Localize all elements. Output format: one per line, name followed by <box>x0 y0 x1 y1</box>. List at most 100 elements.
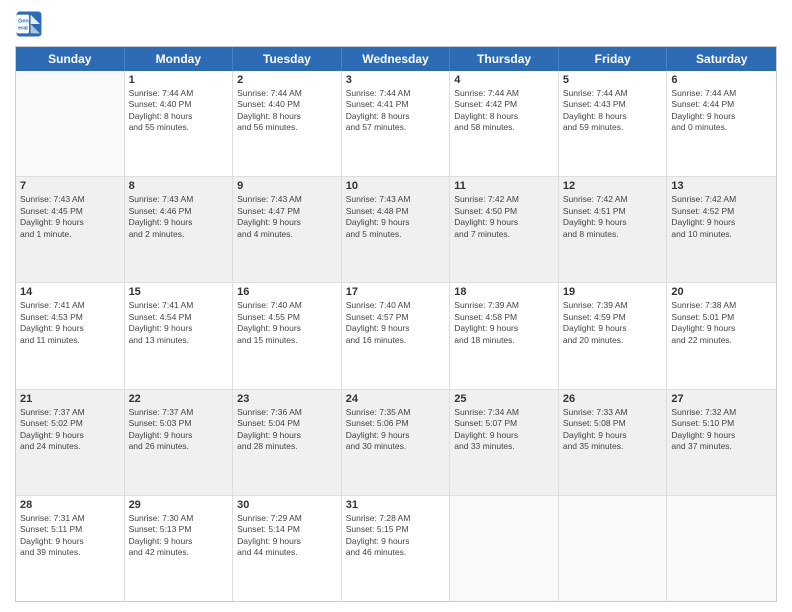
cell-line: Sunset: 4:42 PM <box>454 99 554 110</box>
cell-line: and 58 minutes. <box>454 122 554 133</box>
cell-line: Daylight: 8 hours <box>346 111 446 122</box>
cell-line: and 44 minutes. <box>237 547 337 558</box>
cell-line: and 35 minutes. <box>563 441 663 452</box>
header-day-thursday: Thursday <box>450 47 559 71</box>
cell-line: Sunrise: 7:44 AM <box>346 88 446 99</box>
cell-line: Daylight: 9 hours <box>454 430 554 441</box>
cell-line: Sunset: 5:10 PM <box>671 418 772 429</box>
cell-line: Daylight: 9 hours <box>346 323 446 334</box>
header-day-saturday: Saturday <box>667 47 776 71</box>
cal-cell-9: 9Sunrise: 7:43 AMSunset: 4:47 PMDaylight… <box>233 177 342 282</box>
week-row-1: 7 Sunrise: 7:43 AM Sunset: 4:45 PM Daylight… <box>16 177 776 283</box>
cell-line: Sunrise: 7:44 AM <box>671 88 772 99</box>
cell-line: Sunrise: 7:30 AM <box>129 513 229 524</box>
cell-line: and 1 minute. <box>20 229 120 240</box>
logo: Gen eral <box>15 10 47 38</box>
cell-line: Daylight: 9 hours <box>671 111 772 122</box>
cal-cell-empty-0 <box>16 71 125 176</box>
cell-line: and 56 minutes. <box>237 122 337 133</box>
day-number: 4 <box>454 74 554 86</box>
cal-cell-2: 2Sunrise: 7:44 AMSunset: 4:40 PMDaylight… <box>233 71 342 176</box>
cell-line: and 42 minutes. <box>129 547 229 558</box>
cell-line: and 24 minutes. <box>20 441 120 452</box>
cell-line: and 26 minutes. <box>129 441 229 452</box>
day-number: 25 <box>454 393 554 405</box>
day-number: 28 <box>20 499 120 511</box>
day-number: 11 <box>454 180 554 192</box>
cal-cell-18: 18Sunrise: 7:39 AMSunset: 4:58 PMDayligh… <box>450 283 559 388</box>
cell-line: Daylight: 9 hours <box>563 430 663 441</box>
cell-line: and 59 minutes. <box>563 122 663 133</box>
cal-cell-8: 8Sunrise: 7:43 AMSunset: 4:46 PMDaylight… <box>125 177 234 282</box>
cell-line: Daylight: 9 hours <box>563 323 663 334</box>
cal-cell-16: 16Sunrise: 7:40 AMSunset: 4:55 PMDayligh… <box>233 283 342 388</box>
cal-cell-22: 22Sunrise: 7:37 AMSunset: 5:03 PMDayligh… <box>125 390 234 495</box>
day-number: 7 <box>20 180 120 192</box>
cell-line: Daylight: 9 hours <box>129 217 229 228</box>
cell-line: Sunset: 5:02 PM <box>20 418 120 429</box>
cell-line: Sunrise: 7:44 AM <box>129 88 229 99</box>
cell-line: Sunset: 4:47 PM <box>237 206 337 217</box>
cell-line: Daylight: 9 hours <box>346 536 446 547</box>
cell-line: and 4 minutes. <box>237 229 337 240</box>
day-number: 16 <box>237 286 337 298</box>
cell-line: Sunrise: 7:32 AM <box>671 407 772 418</box>
cell-line: and 13 minutes. <box>129 335 229 346</box>
cell-line: Sunset: 4:45 PM <box>20 206 120 217</box>
cell-line: Sunrise: 7:44 AM <box>563 88 663 99</box>
cell-line: Sunrise: 7:29 AM <box>237 513 337 524</box>
cell-line: and 15 minutes. <box>237 335 337 346</box>
cell-line: Sunset: 5:15 PM <box>346 524 446 535</box>
cell-line: Sunrise: 7:33 AM <box>563 407 663 418</box>
cell-line: and 39 minutes. <box>20 547 120 558</box>
cal-cell-6: 6Sunrise: 7:44 AMSunset: 4:44 PMDaylight… <box>667 71 776 176</box>
day-number: 3 <box>346 74 446 86</box>
week-row-0: 1Sunrise: 7:44 AMSunset: 4:40 PMDaylight… <box>16 71 776 177</box>
cell-line: Daylight: 9 hours <box>671 323 772 334</box>
cell-line: Sunset: 4:53 PM <box>20 312 120 323</box>
cell-line: Sunrise: 7:42 AM <box>454 194 554 205</box>
cell-line: Sunset: 4:52 PM <box>671 206 772 217</box>
day-number: 15 <box>129 286 229 298</box>
cell-line: Daylight: 8 hours <box>237 111 337 122</box>
cal-cell-21: 21Sunrise: 7:37 AMSunset: 5:02 PMDayligh… <box>16 390 125 495</box>
cell-line: Sunrise: 7:35 AM <box>346 407 446 418</box>
cell-line: Sunrise: 7:37 AM <box>20 407 120 418</box>
cal-cell-10: 10Sunrise: 7:43 AMSunset: 4:48 PMDayligh… <box>342 177 451 282</box>
cell-line: Daylight: 9 hours <box>237 323 337 334</box>
cal-cell-4: 4Sunrise: 7:44 AMSunset: 4:42 PMDaylight… <box>450 71 559 176</box>
cell-line: and 55 minutes. <box>129 122 229 133</box>
day-number: 10 <box>346 180 446 192</box>
cell-line: Sunset: 4:50 PM <box>454 206 554 217</box>
cell-line: Sunrise: 7:28 AM <box>346 513 446 524</box>
cal-cell-12: 12Sunrise: 7:42 AMSunset: 4:51 PMDayligh… <box>559 177 668 282</box>
day-number: 13 <box>671 180 772 192</box>
header-day-tuesday: Tuesday <box>233 47 342 71</box>
cal-cell-31: 31 Sunrise: 7:28 AMSunset: 5:15 PMDayligh… <box>342 496 451 601</box>
calendar-header: SundayMondayTuesdayWednesdayThursdayFrid… <box>16 47 776 71</box>
cell-line: Sunrise: 7:43 AM <box>237 194 337 205</box>
cell-line: Sunset: 5:03 PM <box>129 418 229 429</box>
header: Gen eral <box>15 10 777 38</box>
cell-line: Sunset: 4:40 PM <box>237 99 337 110</box>
cell-line: and 33 minutes. <box>454 441 554 452</box>
day-number: 31 <box>346 499 446 511</box>
cell-line: Sunset: 4:41 PM <box>346 99 446 110</box>
cell-line: Sunset: 4:48 PM <box>346 206 446 217</box>
header-day-sunday: Sunday <box>16 47 125 71</box>
cell-line: and 0 minutes. <box>671 122 772 133</box>
cell-line: Sunrise: 7:40 AM <box>237 300 337 311</box>
header-day-monday: Monday <box>125 47 234 71</box>
cell-line: Daylight: 9 hours <box>237 217 337 228</box>
svg-text:Gen: Gen <box>18 18 29 24</box>
day-number: 17 <box>346 286 446 298</box>
cell-line: Sunrise: 7:37 AM <box>129 407 229 418</box>
cell-line: Sunrise: 7:42 AM <box>671 194 772 205</box>
cell-line: Daylight: 9 hours <box>129 430 229 441</box>
day-number: 29 <box>129 499 229 511</box>
cell-line: Daylight: 9 hours <box>454 323 554 334</box>
day-number: 26 <box>563 393 663 405</box>
cal-cell-25: 25Sunrise: 7:34 AMSunset: 5:07 PMDayligh… <box>450 390 559 495</box>
cal-cell-20: 20Sunrise: 7:38 AMSunset: 5:01 PMDayligh… <box>667 283 776 388</box>
cell-line: Sunrise: 7:31 AM <box>20 513 120 524</box>
